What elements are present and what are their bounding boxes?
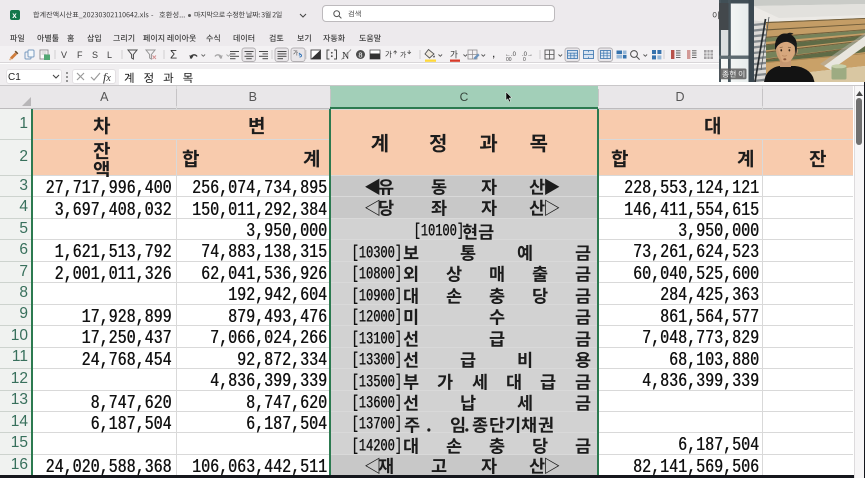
- svg-text:F: F: [77, 50, 83, 60]
- svg-text:Σ: Σ: [170, 50, 177, 62]
- svg-text:L: L: [107, 50, 112, 60]
- svg-text:0: 0: [523, 57, 526, 63]
- svg-text:00: 00: [506, 57, 512, 63]
- svg-text:S: S: [92, 50, 98, 60]
- svg-text:가: 가: [385, 50, 392, 59]
- svg-text:x: x: [12, 11, 17, 20]
- svg-text:가: 가: [293, 49, 298, 57]
- svg-text:V: V: [61, 50, 67, 60]
- svg-text:가: 가: [400, 50, 407, 59]
- svg-text:,: ,: [492, 46, 495, 60]
- svg-text:가: 가: [450, 50, 458, 60]
- svg-text:8: 8: [358, 50, 362, 59]
